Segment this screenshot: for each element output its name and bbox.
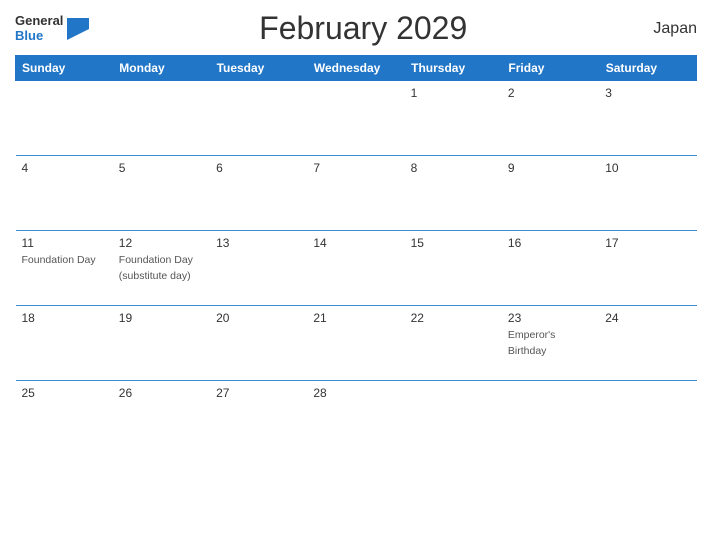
calendar-cell: 26 (113, 381, 210, 456)
day-number: 21 (313, 311, 398, 325)
day-number: 23 (508, 311, 593, 325)
weekday-header: Friday (502, 56, 599, 81)
day-event: Foundation Day (substitute day) (119, 254, 193, 282)
weekday-header: Sunday (16, 56, 113, 81)
calendar-cell: 16 (502, 231, 599, 306)
calendar-week-row: 123 (16, 81, 697, 156)
day-number: 26 (119, 386, 204, 400)
logo-flag-icon (67, 18, 89, 40)
calendar-table: SundayMondayTuesdayWednesdayThursdayFrid… (15, 55, 697, 456)
calendar-cell: 4 (16, 156, 113, 231)
calendar-cell: 23 Emperor's Birthday (502, 306, 599, 381)
calendar-cell (210, 81, 307, 156)
day-number: 27 (216, 386, 301, 400)
logo-blue-text: Blue (15, 29, 63, 43)
weekday-header: Tuesday (210, 56, 307, 81)
calendar-week-row: 456789 10 (16, 156, 697, 231)
day-number: 18 (22, 311, 107, 325)
day-number: 22 (411, 311, 496, 325)
calendar-cell (599, 381, 696, 456)
calendar-cell: 22 (405, 306, 502, 381)
calendar-week-row: 25 26 27 28 (16, 381, 697, 456)
calendar-cell: 21 (307, 306, 404, 381)
calendar-header: SundayMondayTuesdayWednesdayThursdayFrid… (16, 56, 697, 81)
day-number: 10 (605, 161, 690, 175)
weekday-header: Thursday (405, 56, 502, 81)
calendar-cell (405, 381, 502, 456)
header: General Blue February 2029 Japan (15, 10, 697, 47)
day-number: 4 (22, 161, 107, 175)
calendar-cell: 3 (599, 81, 696, 156)
day-number: 5 (119, 161, 204, 175)
day-number: 14 (313, 236, 398, 250)
day-number: 15 (411, 236, 496, 250)
day-number: 6 (216, 161, 301, 175)
calendar-week-row: 18 19 20 21 22 23 Emperor's Birthday 24 (16, 306, 697, 381)
day-number: 28 (313, 386, 398, 400)
day-event: Emperor's Birthday (508, 329, 556, 357)
calendar-cell (307, 81, 404, 156)
calendar-cell (113, 81, 210, 156)
calendar-cell: 6 (210, 156, 307, 231)
calendar-cell: 20 (210, 306, 307, 381)
calendar-cell: 8 (405, 156, 502, 231)
calendar-cell: 13 (210, 231, 307, 306)
day-number: 13 (216, 236, 301, 250)
day-number: 11 (22, 236, 107, 250)
day-number: 2 (508, 86, 593, 100)
calendar-cell: 28 (307, 381, 404, 456)
calendar-cell: 17 (599, 231, 696, 306)
day-number: 7 (313, 161, 398, 175)
day-number: 19 (119, 311, 204, 325)
weekday-header: Wednesday (307, 56, 404, 81)
logo-general-text: General (15, 14, 63, 28)
calendar-week-row: 11 Foundation Day 12 Foundation Day (substi… (16, 231, 697, 306)
day-number: 20 (216, 311, 301, 325)
calendar-cell (502, 381, 599, 456)
day-event: Foundation Day (22, 254, 96, 266)
calendar-cell: 5 (113, 156, 210, 231)
calendar-page: General Blue February 2029 Japan SundayM… (0, 0, 712, 550)
calendar-cell: 15 (405, 231, 502, 306)
calendar-cell: 12 Foundation Day (substitute day) (113, 231, 210, 306)
calendar-cell: 2 (502, 81, 599, 156)
day-number: 24 (605, 311, 690, 325)
day-number: 17 (605, 236, 690, 250)
calendar-cell: 18 (16, 306, 113, 381)
country-label: Japan (637, 20, 697, 38)
day-number: 12 (119, 236, 204, 250)
day-number: 25 (22, 386, 107, 400)
calendar-cell: 19 (113, 306, 210, 381)
calendar-cell: 7 (307, 156, 404, 231)
day-number: 1 (411, 86, 496, 100)
day-number: 16 (508, 236, 593, 250)
day-number: 3 (605, 86, 690, 100)
calendar-cell: 24 (599, 306, 696, 381)
calendar-body: 1234567891011Foundation Day12Foundation … (16, 81, 697, 456)
calendar-cell: 11 Foundation Day (16, 231, 113, 306)
calendar-cell: 14 (307, 231, 404, 306)
calendar-cell: 10 (599, 156, 696, 231)
calendar-cell (16, 81, 113, 156)
calendar-cell: 9 (502, 156, 599, 231)
calendar-cell: 1 (405, 81, 502, 156)
calendar-cell: 27 (210, 381, 307, 456)
logo: General Blue (15, 14, 89, 43)
weekday-header: Saturday (599, 56, 696, 81)
calendar-cell: 25 (16, 381, 113, 456)
day-number: 8 (411, 161, 496, 175)
weekday-header: Monday (113, 56, 210, 81)
page-title: February 2029 (89, 10, 637, 47)
day-number: 9 (508, 161, 593, 175)
